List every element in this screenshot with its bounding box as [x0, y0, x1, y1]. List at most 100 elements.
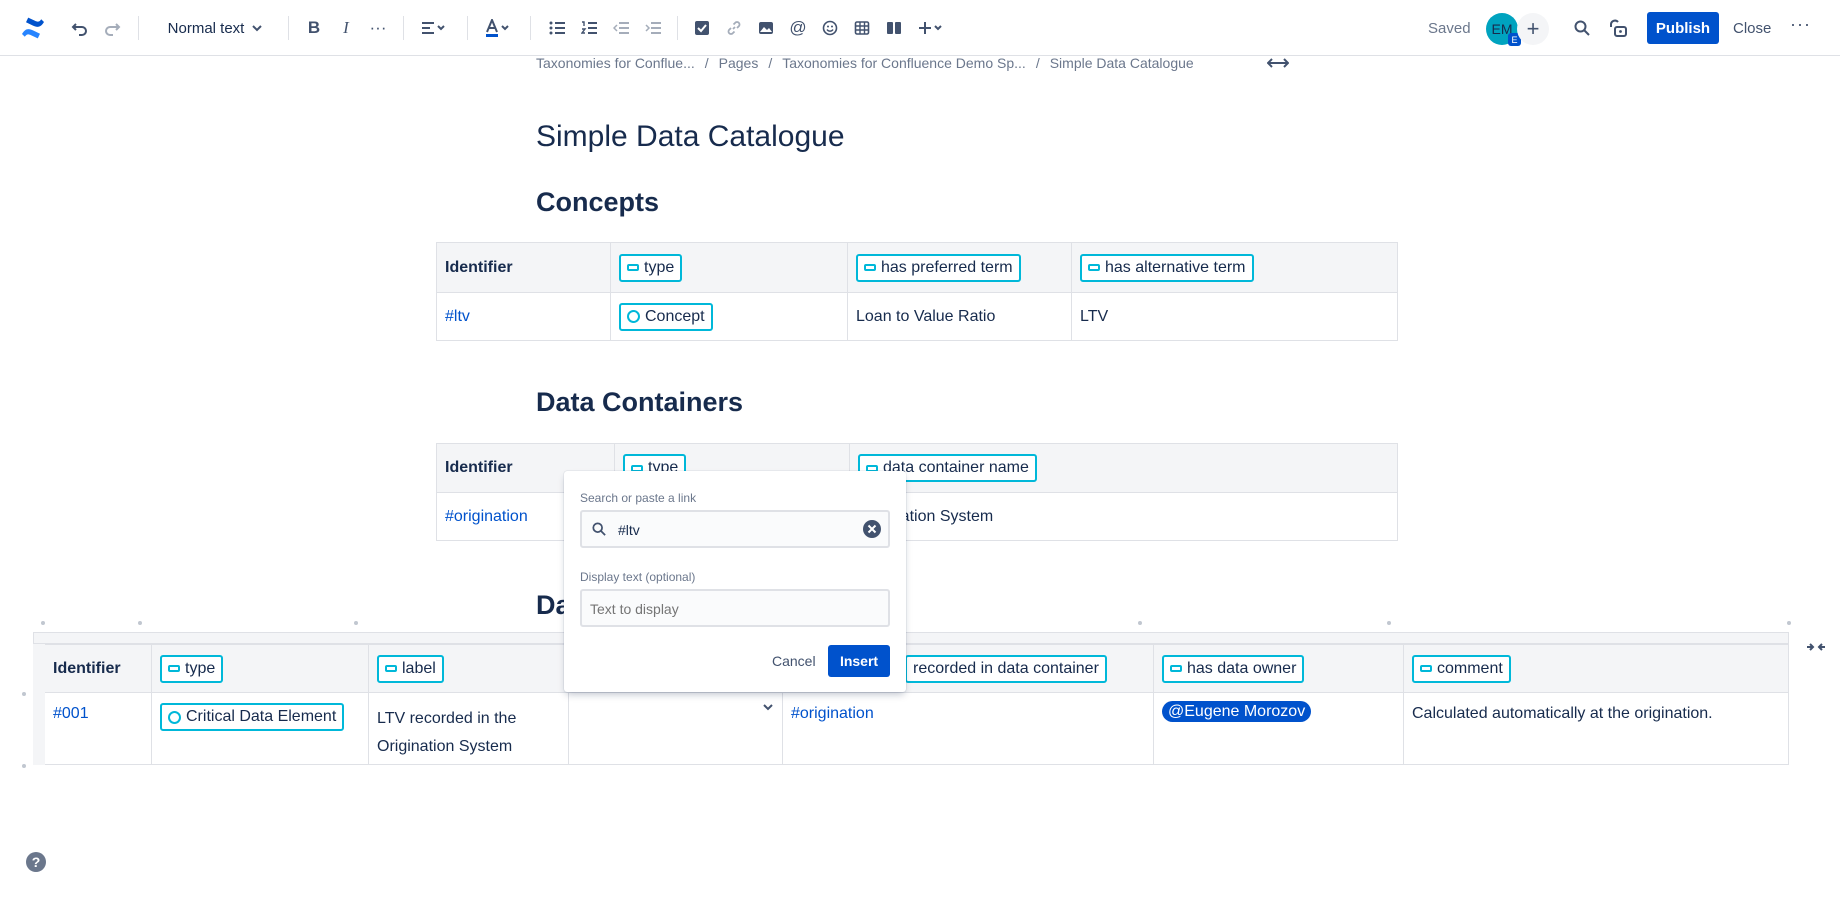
search-icon[interactable] — [1568, 14, 1596, 42]
search-icon — [592, 522, 606, 541]
breadcrumb-item[interactable]: Simple Data Catalogue — [1050, 55, 1194, 71]
link-search-input[interactable] — [616, 512, 850, 548]
undo-icon[interactable] — [66, 14, 94, 42]
numbered-list-icon[interactable] — [575, 14, 603, 42]
header-preferred-term[interactable]: has preferred term — [847, 242, 1072, 293]
link-search-field[interactable] — [580, 510, 890, 548]
column-insert-dot[interactable] — [1138, 621, 1142, 625]
data-elements-table: Identifier type label recorded in data c… — [33, 644, 1789, 765]
toolbar-divider — [530, 16, 531, 40]
insert-more-icon[interactable] — [914, 14, 950, 42]
mention-icon[interactable]: @ — [784, 14, 812, 42]
cell-type[interactable]: Concept — [610, 292, 848, 341]
section-heading-data-containers[interactable]: Data Containers — [536, 387, 743, 418]
cell-data-owner[interactable]: @Eugene Morozov — [1153, 692, 1404, 765]
property-tag[interactable]: type — [619, 253, 683, 282]
property-tag[interactable]: has preferred term — [856, 253, 1021, 282]
property-tag[interactable]: recorded in data container — [905, 654, 1107, 683]
column-insert-dot[interactable] — [354, 621, 358, 625]
more-actions-icon[interactable]: ··· — [1790, 14, 1811, 35]
property-tag[interactable]: comment — [1412, 654, 1511, 683]
tag-label: has data owner — [1187, 659, 1297, 677]
invite-icon[interactable]: + — [1517, 13, 1549, 45]
breadcrumb-item[interactable]: Pages — [719, 55, 759, 71]
insert-button[interactable]: Insert — [828, 645, 890, 677]
row-insert-dot[interactable] — [22, 764, 26, 768]
column-insert-dot[interactable] — [1787, 621, 1791, 625]
italic-icon[interactable]: I — [332, 14, 360, 42]
toolbar-divider — [403, 16, 404, 40]
breadcrumb: Taxonomies for Conflue... / Pages / Taxonomi… — [536, 55, 1194, 71]
publish-button[interactable]: Publish — [1647, 12, 1719, 44]
property-icon — [1088, 264, 1100, 271]
cell-type[interactable]: Critical Data Element — [151, 692, 369, 765]
collapse-width-icon[interactable] — [1806, 640, 1826, 658]
row-insert-dot[interactable] — [22, 692, 26, 696]
close-button[interactable]: Close — [1733, 20, 1771, 37]
help-icon[interactable]: ? — [26, 852, 46, 872]
cell-container-name[interactable]: Origination System — [849, 492, 1398, 541]
property-tag[interactable]: has data owner — [1162, 654, 1305, 683]
chevron-down-icon[interactable] — [762, 699, 774, 717]
header-type[interactable]: type — [610, 242, 848, 293]
clear-icon[interactable] — [862, 519, 882, 544]
property-tag[interactable]: type — [160, 654, 224, 683]
more-formatting-icon[interactable]: ··· — [364, 14, 392, 42]
text-style-dropdown[interactable]: Normal text — [150, 14, 280, 42]
header-label[interactable]: label — [368, 644, 569, 693]
display-text-field[interactable] — [580, 589, 890, 627]
property-icon — [168, 665, 180, 672]
bold-icon[interactable]: B — [300, 14, 328, 42]
emoji-icon[interactable] — [816, 14, 844, 42]
table-icon[interactable] — [848, 14, 876, 42]
tag-label: type — [644, 258, 675, 276]
link-icon[interactable] — [720, 14, 748, 42]
indent-icon[interactable] — [639, 14, 667, 42]
header-type[interactable]: type — [151, 644, 369, 693]
cell-label[interactable]: LTV recorded in the Origination System — [368, 692, 569, 765]
cell-identifier[interactable]: #ltv — [436, 292, 611, 341]
header-comment[interactable]: comment — [1403, 644, 1789, 693]
class-tag[interactable]: Concept — [619, 302, 713, 331]
text-color-icon[interactable] — [480, 14, 516, 42]
column-insert-dot[interactable] — [138, 621, 142, 625]
cell-comment[interactable]: Calculated automatically at the originat… — [1403, 692, 1789, 765]
class-icon — [168, 710, 181, 724]
column-insert-dot[interactable] — [1387, 621, 1391, 625]
toolbar-divider — [467, 16, 468, 40]
full-width-toggle-icon[interactable] — [1266, 56, 1290, 74]
redo-icon[interactable] — [98, 14, 126, 42]
breadcrumb-item[interactable]: Taxonomies for Conflue... — [536, 55, 695, 71]
task-checkbox-icon[interactable] — [688, 14, 716, 42]
bullet-list-icon[interactable] — [543, 14, 571, 42]
header-data-owner[interactable]: has data owner — [1153, 644, 1404, 693]
tag-label: has preferred term — [881, 258, 1013, 276]
cancel-button[interactable]: Cancel — [772, 653, 816, 669]
property-tag[interactable]: has alternative term — [1080, 253, 1254, 282]
column-controls-bar[interactable] — [33, 632, 1789, 644]
cell-preferred-term[interactable]: Loan to Value Ratio — [847, 292, 1072, 341]
property-tag[interactable]: label — [377, 654, 444, 683]
align-icon[interactable] — [414, 14, 454, 42]
user-mention[interactable]: @Eugene Morozov — [1162, 701, 1312, 722]
breadcrumb-item[interactable]: Taxonomies for Confluence Demo Sp... — [782, 55, 1026, 71]
page-title[interactable]: Simple Data Catalogue — [536, 120, 845, 154]
image-icon[interactable] — [752, 14, 780, 42]
display-text-input[interactable] — [588, 591, 886, 627]
confluence-logo-icon[interactable] — [18, 14, 48, 42]
header-identifier[interactable]: Identifier — [436, 242, 611, 293]
layout-icon[interactable] — [880, 14, 908, 42]
cell-column-4[interactable] — [568, 692, 783, 765]
header-container-name[interactable]: data container name — [849, 443, 1398, 493]
restrictions-lock-icon[interactable] — [1604, 14, 1632, 42]
header-alternative-term[interactable]: has alternative term — [1071, 242, 1398, 293]
table-header-row: Identifier type has preferred term has a… — [436, 242, 1398, 293]
cell-alternative-term[interactable]: LTV — [1071, 292, 1398, 341]
outdent-icon[interactable] — [607, 14, 635, 42]
section-heading-concepts[interactable]: Concepts — [536, 187, 659, 218]
cell-recorded-in[interactable]: #origination — [782, 692, 1154, 765]
class-tag[interactable]: Critical Data Element — [160, 703, 345, 731]
column-insert-dot[interactable] — [41, 621, 45, 625]
header-identifier[interactable]: Identifier — [33, 644, 152, 693]
cell-identifier[interactable]: #001 — [33, 692, 152, 765]
